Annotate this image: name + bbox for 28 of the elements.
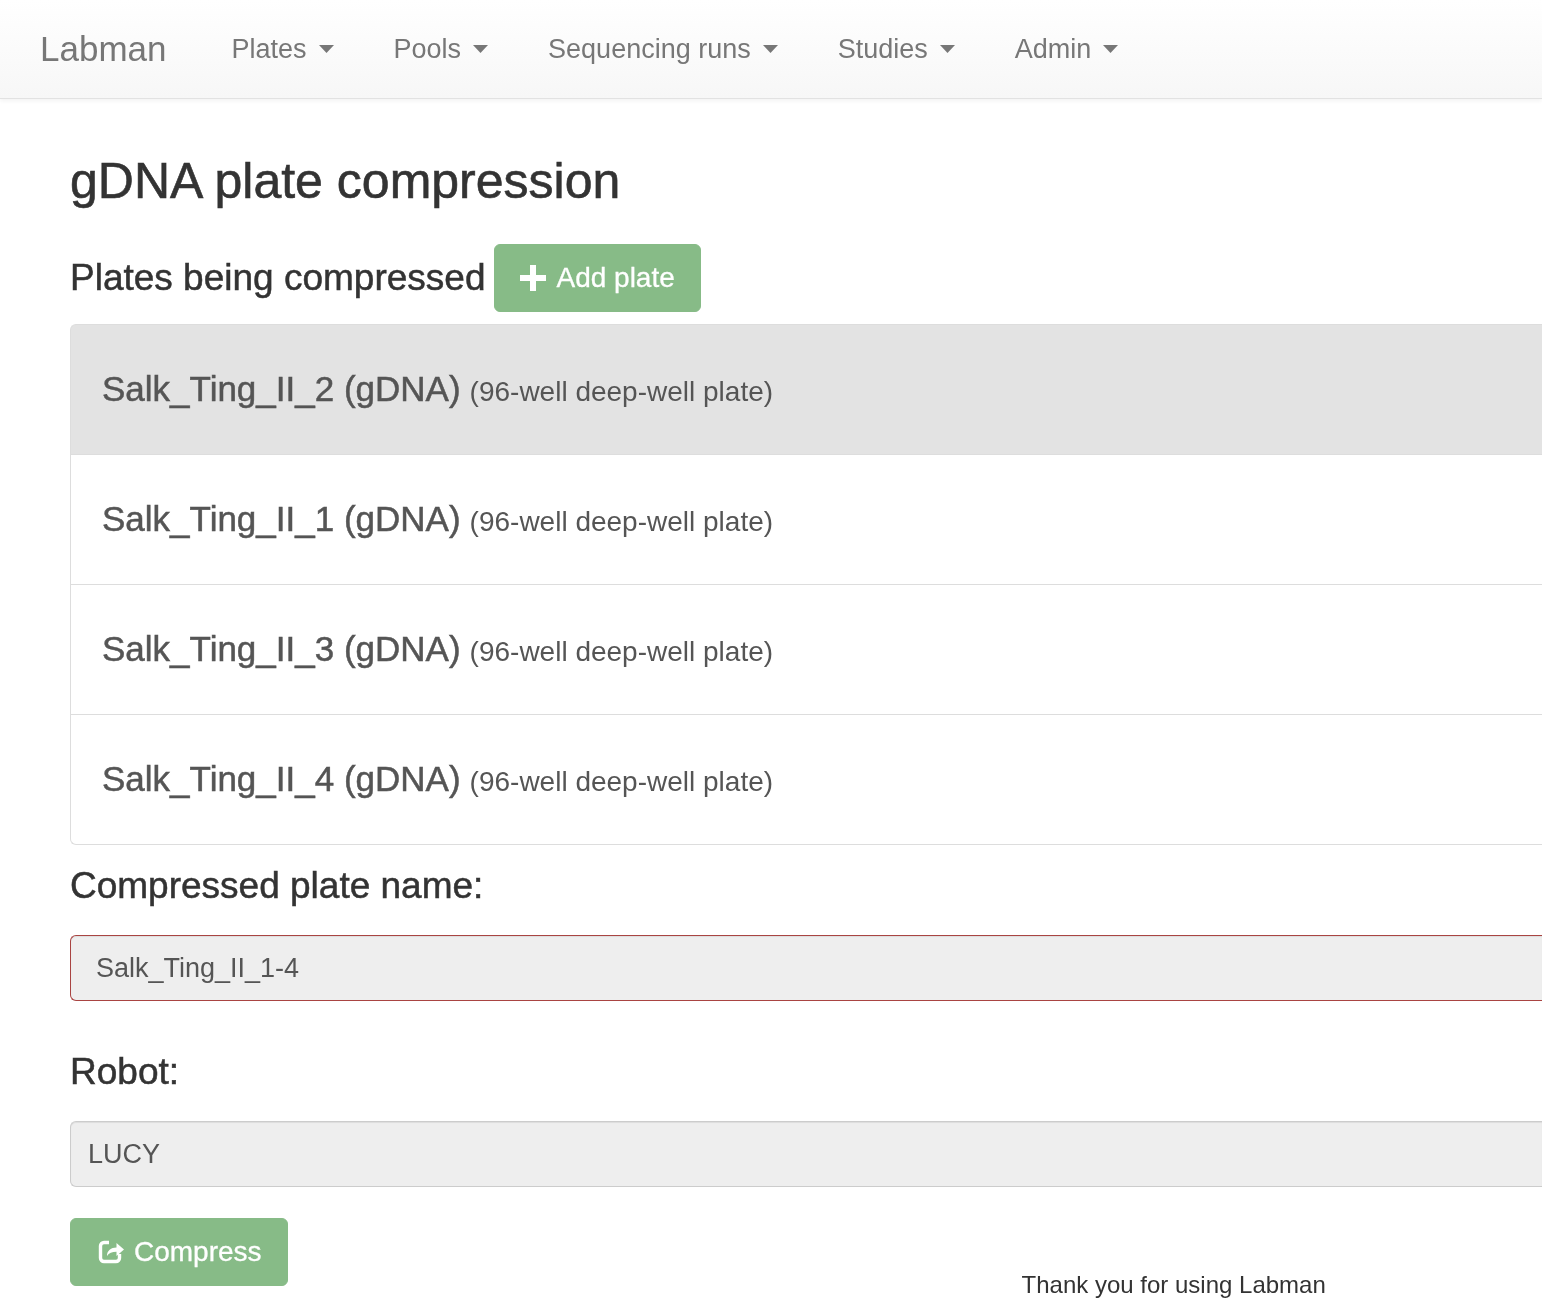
field-label: Compressed plate name: — [70, 866, 485, 906]
nav-menu[interactable]: Admin — [984, 32, 1149, 66]
brand-link[interactable]: Labman — [40, 29, 202, 69]
plate-type: (96-well deep-well plate) — [469, 506, 774, 537]
page-title: gDNA plate compression — [70, 154, 622, 208]
caret-icon — [1103, 45, 1119, 53]
plus-icon — [520, 265, 547, 291]
caret-icon — [318, 45, 334, 53]
plate-name: Salk_Ting_II_4 (gDNA) — [102, 759, 461, 798]
plate-list-item[interactable]: Salk_Ting_II_4 (gDNA) (96-well deep-well plate) — [70, 714, 1542, 845]
share-icon — [96, 1238, 124, 1266]
plate-type: (96-well deep-well plate) — [469, 636, 774, 667]
nav-menu[interactable]: Pools — [363, 32, 519, 66]
plate-name: Salk_Ting_II_2 (gDNA) — [102, 369, 461, 408]
nav-menu[interactable]: Plates — [201, 32, 364, 66]
nav-menu[interactable]: Sequencing runs — [518, 32, 808, 66]
footer-text: Thank you for using Labman — [1021, 1272, 1326, 1298]
nav-menu[interactable]: Studies — [807, 32, 985, 66]
plate-type: (96-well deep-well plate) — [469, 766, 774, 797]
plate-list-item[interactable]: Salk_Ting_II_2 (gDNA) (96-well deep-well plate) — [70, 324, 1542, 455]
caret-icon — [939, 45, 955, 53]
plate-type: (96-well deep-well plate) — [469, 376, 774, 407]
caret-icon — [473, 45, 489, 53]
caret-icon — [762, 45, 778, 53]
plate-name: Salk_Ting_II_3 (gDNA) — [102, 629, 461, 668]
section-heading: Plates being compressed — [70, 258, 486, 298]
field-label: Robot: — [70, 1052, 180, 1092]
plate-name: Salk_Ting_II_1 (gDNA) — [102, 499, 461, 538]
